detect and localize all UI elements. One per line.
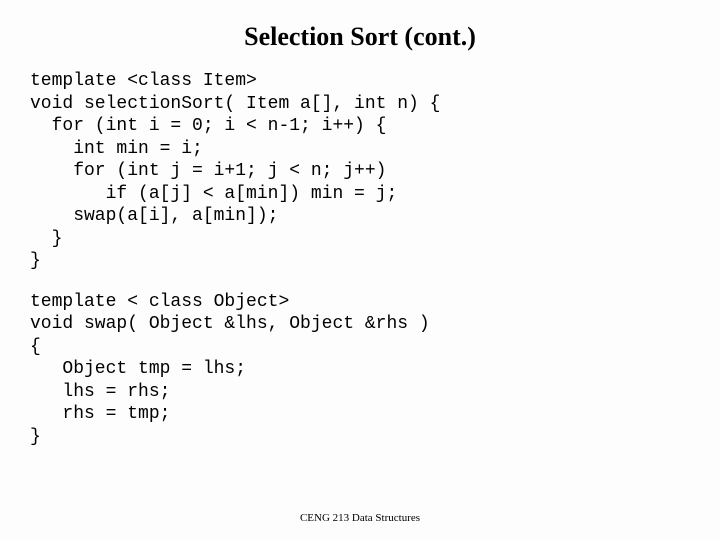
slide-footer: CENG 213 Data Structures: [0, 512, 720, 524]
slide-title: Selection Sort (cont.): [0, 0, 720, 70]
code-swap: template < class Object> void swap( Obje…: [0, 291, 720, 449]
code-selection-sort: template <class Item> void selectionSort…: [0, 70, 720, 273]
spacer: [0, 273, 720, 291]
